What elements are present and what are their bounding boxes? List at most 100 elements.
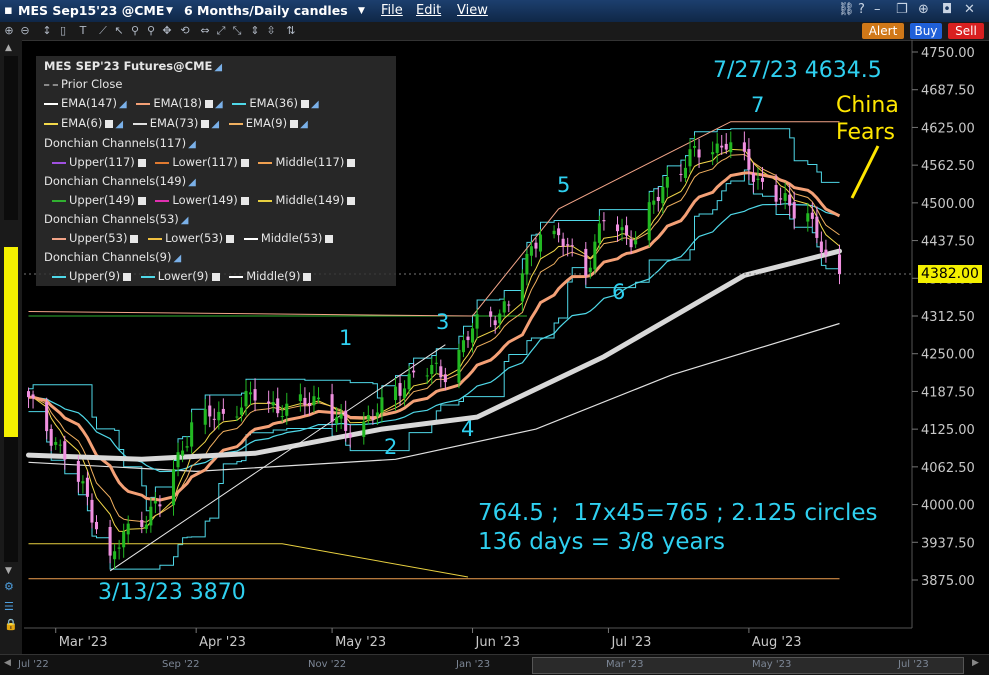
- visibility-checkbox[interactable]: [211, 272, 220, 281]
- visibility-checkbox[interactable]: [130, 234, 139, 243]
- sliders-icon[interactable]: ☰: [4, 600, 14, 613]
- candle: [312, 385, 316, 413]
- menu-view[interactable]: View: [457, 3, 488, 18]
- menu-file[interactable]: File: [381, 3, 403, 18]
- pin-icon[interactable]: ◢: [214, 62, 222, 73]
- alert-button[interactable]: Alert: [862, 23, 904, 39]
- pin-icon[interactable]: ◢: [173, 253, 181, 264]
- vertical-scrollbar[interactable]: ▲ ▼ ⚙ ☰ 🔒: [0, 40, 22, 654]
- scroll-track-upper[interactable]: [4, 56, 18, 220]
- menu-edit[interactable]: Edit: [416, 3, 441, 18]
- magnify-icon[interactable]: ⚲: [128, 23, 142, 38]
- help-icon[interactable]: ?: [858, 2, 865, 17]
- minimize-icon[interactable]: –: [874, 2, 881, 17]
- high-annotation: 7/27/23 4634.5: [713, 58, 882, 83]
- legend-dc53-row: Upper(53) Lower(53) Middle(53): [52, 231, 339, 245]
- candle: [629, 230, 633, 255]
- scale-down-icon[interactable]: ⇳: [264, 23, 278, 38]
- zoom-in-icon[interactable]: ⊕: [2, 23, 16, 38]
- candle: [217, 401, 221, 430]
- visibility-checkbox[interactable]: [123, 272, 132, 281]
- candle: [140, 511, 144, 534]
- visibility-checkbox[interactable]: [347, 196, 356, 205]
- instrument-title[interactable]: MES Sep15'23 @CME: [18, 3, 164, 18]
- close-icon[interactable]: ✕: [964, 2, 975, 17]
- reset-icon[interactable]: ⟲: [178, 23, 192, 38]
- candle-body: [615, 224, 620, 232]
- candle: [81, 475, 85, 494]
- visibility-checkbox[interactable]: [137, 196, 146, 205]
- visibility-checkbox[interactable]: [301, 99, 310, 108]
- candle: [792, 191, 796, 230]
- scroll-left-icon[interactable]: ◀: [4, 658, 11, 668]
- draw-line-icon[interactable]: ⟋: [96, 23, 110, 38]
- candle: [303, 387, 307, 417]
- pan-icon[interactable]: ✥: [160, 23, 174, 38]
- lock-icon[interactable]: ◘: [942, 2, 952, 17]
- pin-icon[interactable]: ◢: [115, 119, 123, 130]
- scroll-down-icon[interactable]: ▼: [5, 566, 12, 576]
- pin-icon[interactable]: ◢: [211, 119, 219, 130]
- candle: [810, 202, 814, 227]
- scroll-right-icon[interactable]: ▶: [972, 658, 979, 668]
- more-tools-icon[interactable]: ⇅: [284, 23, 298, 38]
- pin-icon[interactable]: ◢: [300, 119, 308, 130]
- buy-button[interactable]: Buy: [910, 23, 942, 39]
- indicator-legend: MES SEP'23 Futures@CME ◢ Prior Close EMA(…: [36, 56, 396, 286]
- chevron-down-icon[interactable]: ▼: [358, 6, 365, 16]
- visibility-checkbox[interactable]: [201, 119, 210, 128]
- candle-body: [434, 362, 438, 364]
- candle-body: [54, 441, 58, 445]
- visibility-checkbox[interactable]: [240, 196, 249, 205]
- visibility-checkbox[interactable]: [347, 158, 356, 167]
- visibility-checkbox[interactable]: [137, 158, 146, 167]
- wave-label-5: 5: [557, 173, 571, 197]
- candle: [253, 378, 257, 412]
- pin-icon[interactable]: ◢: [181, 215, 189, 226]
- cursor-icon[interactable]: ↖: [112, 23, 126, 38]
- visibility-checkbox[interactable]: [105, 119, 114, 128]
- pin-icon[interactable]: ◢: [311, 99, 319, 110]
- scroll-up-icon[interactable]: ▲: [5, 43, 12, 53]
- visibility-checkbox[interactable]: [325, 234, 334, 243]
- candle-body: [108, 526, 112, 556]
- chevron-down-icon[interactable]: ▼: [166, 6, 173, 16]
- sell-button[interactable]: Sell: [948, 23, 984, 39]
- bar-style-icon[interactable]: ▯: [56, 23, 70, 38]
- chart-toolbar: ⊕ ⊖ ↕ ▯ T ⟋ ↖ ⚲ ⚲ ✥ ⟲ ⇔ ⤢ ⤡ ⇕ ⇳ ⇅ Alert …: [0, 22, 989, 41]
- pin-icon[interactable]: ⊕: [918, 2, 929, 17]
- restore-icon[interactable]: ❐: [896, 2, 908, 17]
- expand-icon[interactable]: ⤢: [214, 23, 228, 38]
- wave-label-2: 2: [384, 435, 398, 459]
- visibility-checkbox[interactable]: [303, 272, 312, 281]
- scale-up-icon[interactable]: ⇕: [248, 23, 262, 38]
- fit-width-icon[interactable]: ⇔: [198, 23, 212, 38]
- pin-icon[interactable]: ◢: [188, 139, 196, 150]
- magnify-zoom-icon[interactable]: ⚲: [144, 23, 158, 38]
- visibility-checkbox[interactable]: [240, 158, 249, 167]
- pin-icon[interactable]: ◢: [119, 99, 127, 110]
- candle-body: [557, 228, 561, 236]
- link-icon[interactable]: ⛓: [838, 2, 855, 17]
- visibility-checkbox[interactable]: [290, 119, 299, 128]
- pin-icon[interactable]: ◢: [188, 177, 196, 188]
- scroll-track-lower[interactable]: [4, 437, 18, 562]
- candle: [634, 231, 638, 249]
- candle-body: [525, 253, 529, 275]
- candle-body: [688, 149, 692, 167]
- crosshair-icon[interactable]: ↕: [40, 23, 54, 38]
- settings-icon[interactable]: ⚙: [4, 580, 14, 593]
- visibility-checkbox[interactable]: [226, 234, 235, 243]
- timeframe-selector[interactable]: 6 Months/Daily candles: [184, 3, 348, 18]
- pin-icon[interactable]: ◢: [215, 99, 223, 110]
- candle-body: [742, 142, 746, 152]
- visibility-checkbox[interactable]: [205, 99, 214, 108]
- text-tool-icon[interactable]: T: [76, 23, 90, 38]
- time-navigator[interactable]: ◀ ▶ Jul '22 Sep '22 Nov '22 Jan '23 Mar …: [0, 654, 989, 675]
- candle-body: [113, 551, 117, 560]
- scroll-thumb[interactable]: [4, 247, 18, 437]
- lock-icon[interactable]: 🔒: [4, 618, 18, 631]
- zoom-out-icon[interactable]: ⊖: [18, 23, 32, 38]
- collapse-icon[interactable]: ⤡: [230, 23, 244, 38]
- candle: [393, 377, 398, 411]
